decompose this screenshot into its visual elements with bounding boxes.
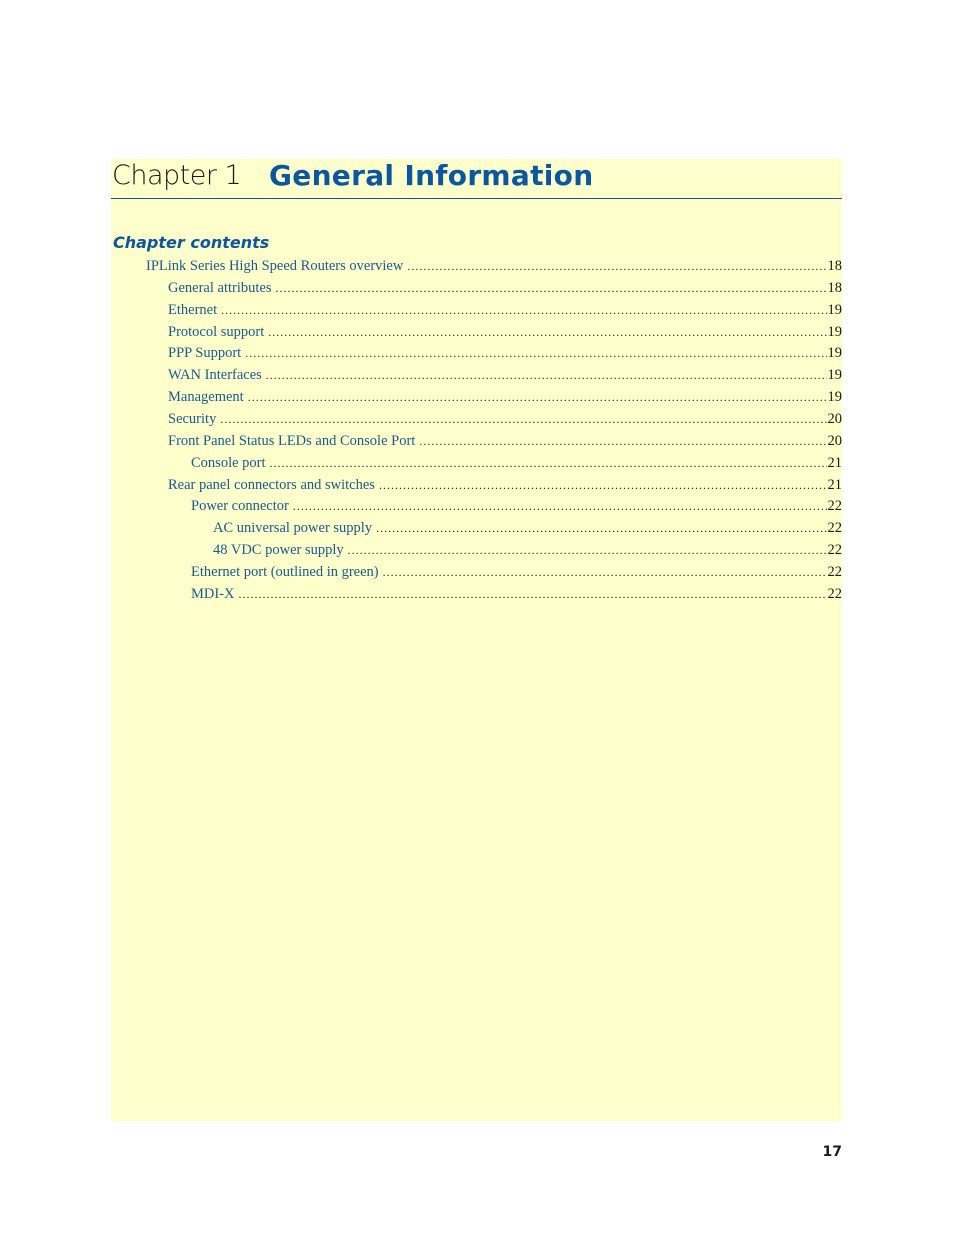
toc-entry[interactable]: Front Panel Status LEDs and Console Port… <box>168 433 842 455</box>
toc-dot-leader <box>268 325 826 340</box>
toc-entry[interactable]: IPLink Series High Speed Routers overvie… <box>146 258 842 280</box>
toc-entry-label[interactable]: Protocol support <box>168 324 268 341</box>
toc-entry-page[interactable]: 22 <box>827 520 843 537</box>
toc-entry-page[interactable]: 22 <box>827 542 843 559</box>
toc-dot-leader <box>293 499 827 514</box>
toc-dot-leader <box>220 412 826 427</box>
toc-entry-label[interactable]: Rear panel connectors and switches <box>168 477 379 494</box>
toc-entry-page[interactable]: 18 <box>827 280 843 297</box>
toc-dot-leader <box>270 456 827 471</box>
toc-entry[interactable]: Console port 21 <box>191 455 842 477</box>
toc-entry[interactable]: General attributes 18 <box>168 280 842 302</box>
toc-entry-page[interactable]: 22 <box>827 498 843 515</box>
toc-dot-leader <box>266 368 827 383</box>
toc-entry-page[interactable]: 22 <box>827 586 843 603</box>
toc-entry[interactable]: Security 20 <box>168 411 842 433</box>
toc-entry-label[interactable]: Console port <box>191 455 270 472</box>
toc-entry-page[interactable]: 21 <box>827 477 843 494</box>
toc-dot-leader <box>248 390 827 405</box>
toc-entry-label[interactable]: WAN Interfaces <box>168 367 266 384</box>
chapter-header: Chapter 1 General Information <box>111 159 842 199</box>
toc-entry-label[interactable]: Security <box>168 411 220 428</box>
chapter-contents-heading: Chapter contents <box>113 233 270 252</box>
toc-dot-leader <box>383 565 827 580</box>
toc-dot-leader <box>407 259 826 274</box>
toc-entry[interactable]: Management 19 <box>168 389 842 411</box>
toc-entry-label[interactable]: IPLink Series High Speed Routers overvie… <box>146 258 407 275</box>
toc-dot-leader <box>348 543 827 558</box>
toc-dot-leader <box>221 303 826 318</box>
toc-dot-leader <box>376 521 826 536</box>
toc-entry-page[interactable]: 19 <box>827 302 843 319</box>
toc-entry[interactable]: Protocol support 19 <box>168 324 842 346</box>
toc-entry-page[interactable]: 19 <box>827 389 843 406</box>
toc-entry-label[interactable]: General attributes <box>168 280 275 297</box>
toc-entry-label[interactable]: Ethernet <box>168 302 221 319</box>
toc-entry-page[interactable]: 21 <box>827 455 843 472</box>
page-number: 17 <box>822 1144 842 1160</box>
toc-entry-label[interactable]: Power connector <box>191 498 293 515</box>
toc-entry-label[interactable]: 48 VDC power supply <box>213 542 348 559</box>
toc-entry-page[interactable]: 18 <box>827 258 843 275</box>
toc-dot-leader <box>275 281 826 296</box>
toc-entry-page[interactable]: 20 <box>827 411 843 428</box>
toc-entry[interactable]: Ethernet port (outlined in green) 22 <box>191 564 842 586</box>
chapter-title: General Information <box>269 159 594 192</box>
toc-entry[interactable]: AC universal power supply 22 <box>213 520 842 542</box>
toc-entry-label[interactable]: Management <box>168 389 248 406</box>
toc-entry-page[interactable]: 19 <box>827 345 843 362</box>
toc-entry-label[interactable]: AC universal power supply <box>213 520 376 537</box>
toc-entry-label[interactable]: MDI-X <box>191 586 239 603</box>
toc-dot-leader <box>419 434 826 449</box>
toc-entry-label[interactable]: PPP Support <box>168 345 245 362</box>
toc-entry-page[interactable]: 19 <box>827 367 843 384</box>
toc-entry[interactable]: Power connector 22 <box>191 498 842 520</box>
toc-entry-page[interactable]: 19 <box>827 324 843 341</box>
toc-dot-leader <box>239 587 827 602</box>
toc-entry[interactable]: 48 VDC power supply 22 <box>213 542 842 564</box>
toc-entry[interactable]: Ethernet 19 <box>168 302 842 324</box>
toc-entry[interactable]: PPP Support 19 <box>168 345 842 367</box>
toc-entry-label[interactable]: Front Panel Status LEDs and Console Port <box>168 433 419 450</box>
toc-entry[interactable]: WAN Interfaces 19 <box>168 367 842 389</box>
toc-dot-leader <box>379 478 827 493</box>
toc-entry-label[interactable]: Ethernet port (outlined in green) <box>191 564 383 581</box>
toc-dot-leader <box>245 346 826 361</box>
chapter-label: Chapter 1 <box>112 160 242 191</box>
toc-entry-page[interactable]: 20 <box>827 433 843 450</box>
toc-entry[interactable]: Rear panel connectors and switches 21 <box>168 477 842 499</box>
toc-entry-page[interactable]: 22 <box>827 564 843 581</box>
toc-entry[interactable]: MDI-X 22 <box>191 586 842 608</box>
